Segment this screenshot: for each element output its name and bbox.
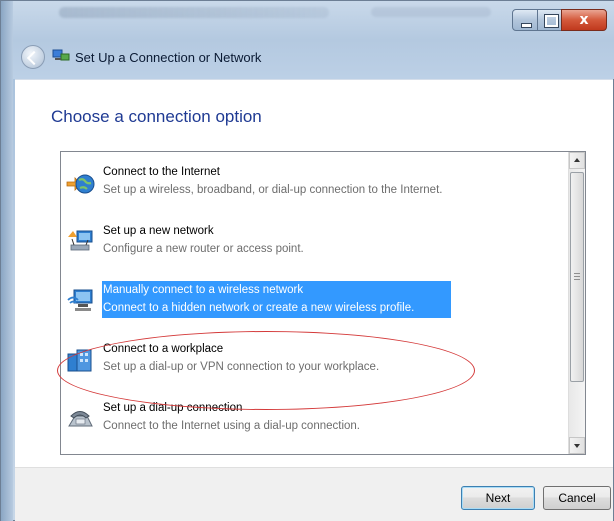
blurred-caption-text xyxy=(59,7,329,18)
blurred-caption-text-2 xyxy=(371,7,491,17)
workplace-icon xyxy=(67,349,92,372)
internet-globe-icon xyxy=(66,174,95,194)
cancel-button[interactable]: Cancel xyxy=(543,486,611,510)
title-bar: x Set Up a Connection or Network xyxy=(1,1,614,79)
option-connect-internet[interactable]: Connect to the Internet Set up a wireles… xyxy=(61,156,569,214)
close-icon: x xyxy=(579,12,589,28)
wireless-network-icon xyxy=(67,289,93,311)
window-title: Set Up a Connection or Network xyxy=(75,50,262,65)
option-title: Connect to a workplace xyxy=(103,343,224,355)
new-network-icon xyxy=(68,230,93,251)
option-description: Configure a new router or access point. xyxy=(103,243,304,255)
back-arrow-icon[interactable] xyxy=(21,45,45,69)
page-heading: Choose a connection option xyxy=(51,107,262,126)
scroll-down-icon[interactable] xyxy=(569,437,585,454)
scroll-grip-icon xyxy=(574,273,580,280)
next-button[interactable]: Next xyxy=(461,486,535,510)
option-description: Connect to a hidden network or create a … xyxy=(103,302,415,314)
option-dialup[interactable]: Set up a dial-up connection Connect to t… xyxy=(61,392,569,450)
option-description: Connect to the Internet using a dial-up … xyxy=(103,420,361,432)
option-manual-wireless[interactable]: Manually connect to a wireless network C… xyxy=(61,274,569,332)
dialup-phone-icon xyxy=(68,411,93,427)
option-workplace[interactable]: Connect to a workplace Set up a dial-up … xyxy=(61,333,569,391)
option-title: Set up a new network xyxy=(103,225,214,237)
connection-options-list[interactable]: Connect to the Internet Set up a wireles… xyxy=(60,151,586,455)
scroll-up-icon[interactable] xyxy=(569,152,585,169)
minimize-button[interactable] xyxy=(512,9,538,31)
option-title: Set up a dial-up connection xyxy=(103,402,243,414)
option-description: Set up a dial-up or VPN connection to yo… xyxy=(103,361,380,373)
close-button[interactable]: x xyxy=(561,9,607,31)
maximize-button[interactable] xyxy=(537,9,562,31)
network-setup-icon xyxy=(52,49,70,61)
option-title: Manually connect to a wireless network xyxy=(103,284,304,296)
window-frame: x Set Up a Connection or Network Choose … xyxy=(0,0,614,521)
option-title: Connect to the Internet xyxy=(103,166,220,178)
option-description: Set up a wireless, broadband, or dial-up… xyxy=(103,184,443,196)
window-left-edge xyxy=(1,1,13,521)
option-new-network[interactable]: Set up a new network Configure a new rou… xyxy=(61,215,569,273)
content-panel: Choose a connection option Connect to th… xyxy=(15,79,613,467)
scroll-thumb[interactable] xyxy=(570,172,584,382)
list-scrollbar[interactable] xyxy=(568,152,585,454)
dialog-footer: Next Cancel xyxy=(15,467,613,521)
